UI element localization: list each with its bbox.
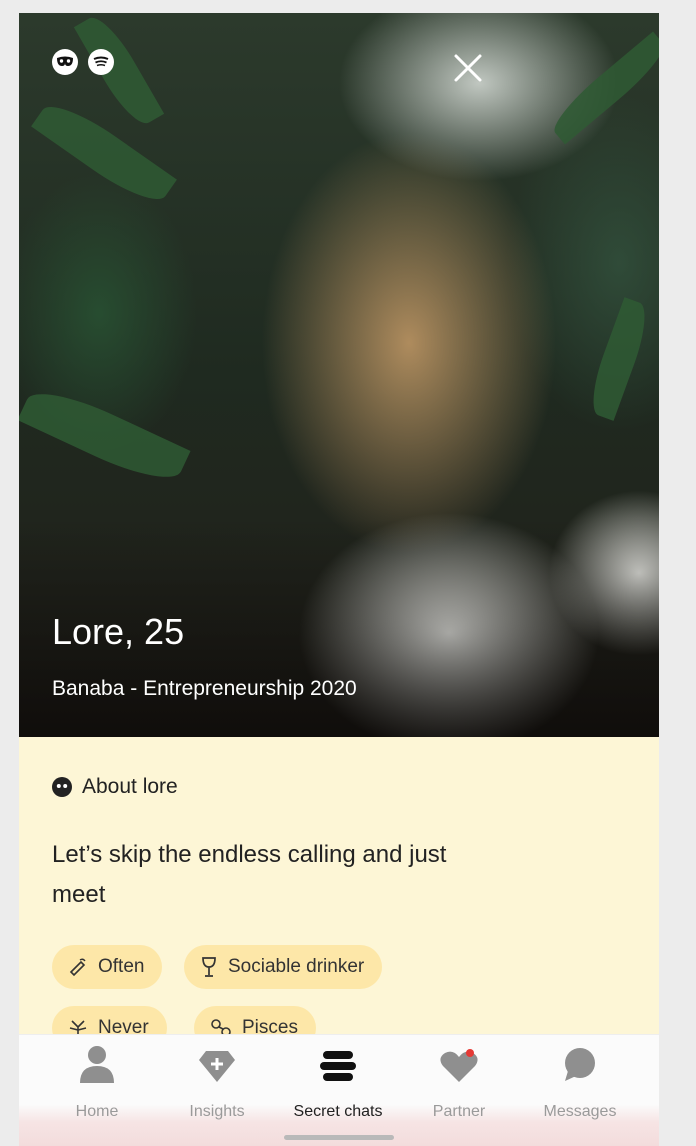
home-indicator[interactable] <box>284 1135 394 1140</box>
heart-icon <box>440 1049 478 1082</box>
about-title: About lore <box>82 775 178 798</box>
bottom-navigation: Home Insights Secret chats Partner Messa… <box>19 1034 659 1146</box>
notification-dot <box>466 1049 474 1057</box>
chat-bubble-icon <box>565 1048 595 1081</box>
nav-home[interactable]: Home <box>37 1035 157 1125</box>
chip-sociable-drinker: Sociable drinker <box>184 945 383 989</box>
person-icon <box>80 1046 114 1083</box>
nav-partner[interactable]: Partner <box>399 1035 519 1125</box>
chip-often: Often <box>52 945 163 989</box>
profile-photo: Lore, 25 Banaba - Entrepreneurship 2020 <box>19 13 659 737</box>
mask-icon[interactable] <box>52 49 78 75</box>
top-icons <box>52 49 114 75</box>
close-icon <box>454 54 482 82</box>
about-heading: About lore <box>52 775 178 799</box>
nav-secret-chats[interactable]: Secret chats <box>278 1035 398 1125</box>
diamond-plus-icon <box>199 1051 235 1082</box>
spotify-icon[interactable] <box>88 49 114 75</box>
profile-subtitle: Banaba - Entrepreneurship 2020 <box>52 677 357 700</box>
profile-screen: Lore, 25 Banaba - Entrepreneurship 2020 … <box>19 13 659 1146</box>
bio-text: Let’s skip the endless calling and just … <box>52 841 447 908</box>
profile-name-age: Lore, 25 <box>52 611 185 652</box>
smoking-icon <box>69 958 86 977</box>
nav-insights[interactable]: Insights <box>157 1035 277 1125</box>
wine-glass-icon <box>202 957 216 977</box>
close-button[interactable] <box>451 51 485 85</box>
nav-messages[interactable]: Messages <box>520 1035 640 1125</box>
mask-icon <box>52 777 72 797</box>
secret-chats-icon <box>320 1051 356 1081</box>
